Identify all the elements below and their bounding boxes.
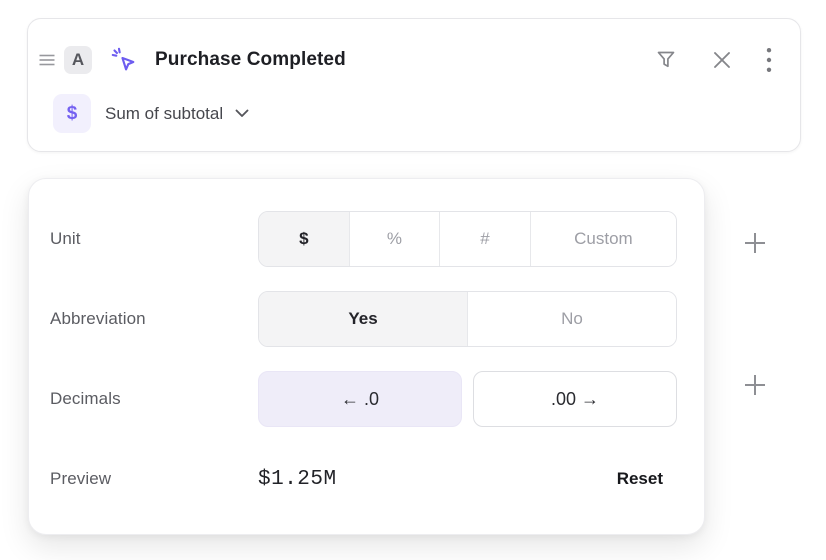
abbreviation-option-yes[interactable]: Yes xyxy=(259,292,467,346)
preview-value: $1.25M xyxy=(258,468,617,491)
drag-handle-icon[interactable] xyxy=(34,53,60,67)
unit-row: Unit $ % # Custom xyxy=(50,211,677,267)
event-index-badge[interactable]: A xyxy=(64,46,92,74)
preview-row: Preview $1.25M Reset xyxy=(50,451,677,507)
close-icon[interactable] xyxy=(710,48,734,72)
event-title[interactable]: Purchase Completed xyxy=(155,49,654,71)
metric-selector[interactable]: $ Sum of subtotal xyxy=(53,94,249,133)
abbreviation-option-no[interactable]: No xyxy=(467,292,676,346)
unit-option-percent[interactable]: % xyxy=(349,212,440,266)
unit-option-number[interactable]: # xyxy=(439,212,530,266)
reset-button[interactable]: Reset xyxy=(617,469,663,489)
dollar-badge-icon: $ xyxy=(53,94,91,133)
number-format-panel: Unit $ % # Custom Abbreviation Yes No De… xyxy=(28,178,705,535)
abbreviation-label: Abbreviation xyxy=(50,309,258,329)
unit-label: Unit xyxy=(50,229,258,249)
decimals-increase-button[interactable]: .00 → xyxy=(473,371,677,427)
decimals-decrease-button[interactable]: ← .0 xyxy=(258,371,462,427)
decimals-label: Decimals xyxy=(50,389,258,409)
event-card-header: A Purchase Completed xyxy=(28,43,800,77)
add-metric-plus-icon[interactable] xyxy=(741,229,769,257)
kebab-menu-icon[interactable] xyxy=(766,47,772,73)
unit-option-dollar[interactable]: $ xyxy=(259,212,349,266)
event-card: A Purchase Completed xyxy=(27,18,801,152)
filter-icon[interactable] xyxy=(654,48,678,72)
chevron-down-icon xyxy=(235,109,249,118)
cursor-click-icon xyxy=(111,47,138,74)
metric-label: Sum of subtotal xyxy=(105,104,223,124)
unit-option-custom[interactable]: Custom xyxy=(530,212,676,266)
abbreviation-segmented-control: Yes No xyxy=(258,291,677,347)
unit-segmented-control: $ % # Custom xyxy=(258,211,677,267)
decimals-row: Decimals ← .0 .00 → xyxy=(50,371,677,427)
add-event-plus-icon[interactable] xyxy=(741,371,769,399)
event-card-actions xyxy=(654,47,772,73)
abbreviation-row: Abbreviation Yes No xyxy=(50,291,677,347)
preview-label: Preview xyxy=(50,469,258,489)
